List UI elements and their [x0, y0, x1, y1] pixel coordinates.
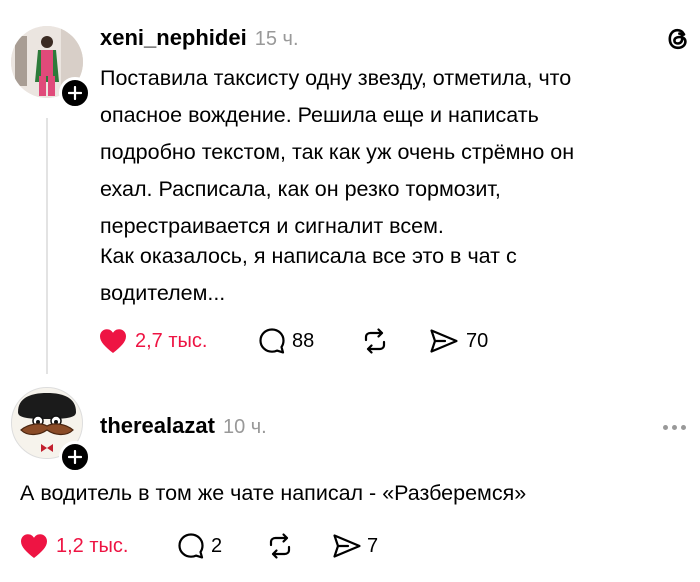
post-line: водителем... — [100, 281, 226, 305]
share-icon — [333, 534, 361, 558]
reply-text: А водитель в том же чате написал - «Разб… — [20, 481, 527, 505]
post-time: 15 ч. — [254, 28, 299, 50]
repost-button[interactable] — [358, 326, 392, 356]
plus-icon — [68, 450, 82, 464]
comment-icon — [178, 533, 204, 559]
post-line: опасное вождение. Решила еще и написать — [100, 103, 539, 127]
comment-count: 88 — [292, 329, 315, 352]
reply-header: therealazat 10 ч. — [100, 413, 267, 441]
post-line: подробно текстом, так как уж очень стрём… — [100, 140, 575, 164]
reply-time: 10 ч. — [222, 416, 267, 438]
post-header: xeni_nephidei 15 ч. — [100, 25, 299, 53]
post-line: ехал. Расписала, как он резко тормозит, — [100, 177, 501, 201]
repost-icon — [269, 533, 291, 559]
share-count: 7 — [367, 534, 379, 557]
reply-author[interactable]: therealazat — [100, 413, 215, 439]
post-text: Поставила таксисту одну звезду, отметила… — [100, 60, 574, 245]
like-count: 2,7 тыс. — [135, 329, 208, 352]
threads-logo-icon[interactable] — [664, 25, 692, 53]
more-button[interactable] — [663, 423, 690, 431]
share-button[interactable]: 70 — [428, 326, 488, 356]
comment-button[interactable]: 2 — [176, 531, 222, 561]
comment-icon — [259, 328, 285, 354]
like-count: 1,2 тыс. — [56, 534, 129, 557]
comment-button[interactable]: 88 — [257, 326, 314, 356]
repost-icon — [364, 328, 386, 354]
follow-plus-button[interactable] — [59, 441, 91, 473]
post-author[interactable]: xeni_nephidei — [100, 25, 247, 51]
comment-count: 2 — [211, 534, 223, 557]
like-button[interactable]: 2,7 тыс. — [98, 326, 207, 356]
post-text-paragraph-2: Как оказалось, я написала все это в чат … — [100, 238, 517, 312]
share-icon — [430, 329, 458, 353]
share-count: 70 — [466, 329, 489, 352]
repost-button[interactable] — [263, 531, 297, 561]
post-line: Как оказалось, я написала все это в чат … — [100, 244, 517, 268]
share-button[interactable]: 7 — [331, 531, 378, 561]
heart-icon — [100, 329, 126, 353]
post-line: Поставила таксисту одну звезду, отметила… — [100, 66, 572, 90]
heart-icon — [21, 534, 47, 558]
follow-plus-button[interactable] — [59, 77, 91, 109]
plus-icon — [68, 86, 82, 100]
more-icon — [663, 424, 690, 430]
like-button[interactable]: 1,2 тыс. — [19, 531, 128, 561]
thread-line — [46, 118, 48, 374]
